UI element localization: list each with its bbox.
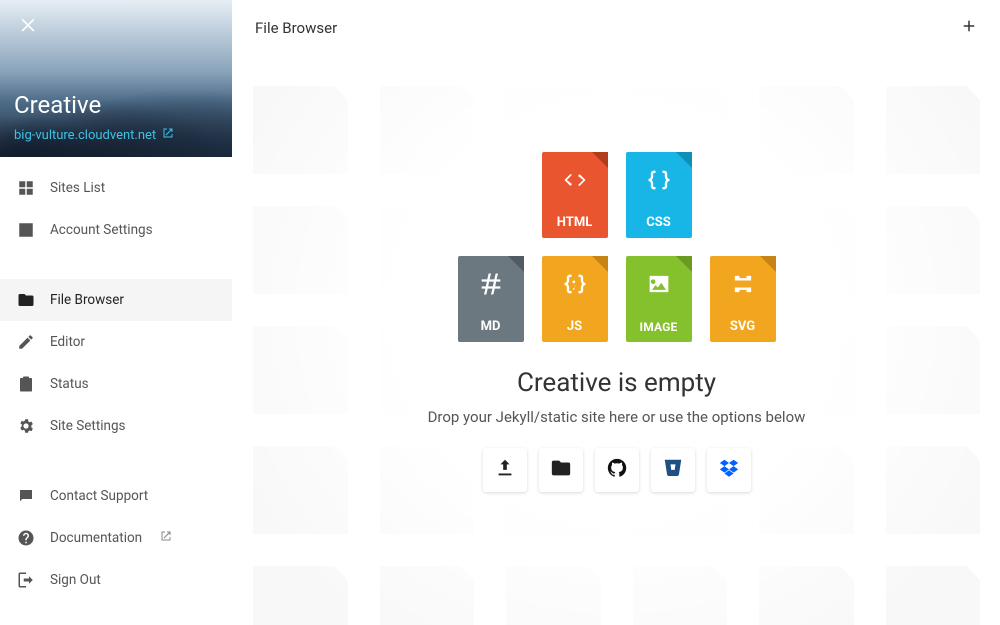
dropbox-icon <box>718 457 740 483</box>
tile-label: JS <box>567 319 582 334</box>
sidebar-item-status[interactable]: Status <box>0 363 232 405</box>
tile-label: CSS <box>646 215 671 230</box>
sidebar-item-contact-support[interactable]: Contact Support <box>0 475 232 517</box>
vector-icon <box>710 270 776 298</box>
nav-group-account: Sites List Account Settings <box>0 167 232 251</box>
gear-icon <box>16 416 36 436</box>
bitbucket-icon <box>662 457 684 483</box>
tile-label: SVG <box>730 319 755 334</box>
sidebar-hero: Creative big-vulture.cloudvent.net <box>0 0 232 157</box>
chat-icon <box>16 486 36 506</box>
sidebar-item-documentation[interactable]: Documentation <box>0 517 232 559</box>
dropzone[interactable]: HTML CSS MD <box>233 56 1000 625</box>
external-link-icon <box>162 127 174 143</box>
upload-icon <box>494 457 516 483</box>
file-tile-html: HTML <box>542 152 608 238</box>
sidebar-item-sites-list[interactable]: Sites List <box>0 167 232 209</box>
folder-button[interactable] <box>539 448 583 492</box>
tile-label: IMAGE <box>639 320 677 334</box>
sidebar-item-account-settings[interactable]: Account Settings <box>0 209 232 251</box>
empty-title: Creative is empty <box>517 368 716 398</box>
sidebar-item-label: Contact Support <box>50 488 148 504</box>
add-button[interactable] <box>960 16 978 40</box>
folder-icon <box>550 457 572 483</box>
github-button[interactable] <box>595 448 639 492</box>
dropbox-button[interactable] <box>707 448 751 492</box>
help-icon <box>16 528 36 548</box>
tile-label: HTML <box>557 215 592 230</box>
sidebar-item-label: Documentation <box>50 530 142 546</box>
file-tile-md: MD <box>458 256 524 342</box>
pencil-icon <box>16 332 36 352</box>
github-icon <box>606 457 628 483</box>
main: File Browser HTML <box>233 0 1000 625</box>
topbar: File Browser <box>233 0 1000 56</box>
sidebar-item-sign-out[interactable]: Sign Out <box>0 559 232 601</box>
file-tile-css: CSS <box>626 152 692 238</box>
sidebar-item-label: File Browser <box>50 292 124 308</box>
sidebar-item-label: Site Settings <box>50 418 126 434</box>
empty-state: HTML CSS MD <box>233 56 1000 625</box>
close-icon[interactable] <box>18 14 38 39</box>
file-tile-image: IMAGE <box>626 256 692 342</box>
sidebar-item-editor[interactable]: Editor <box>0 321 232 363</box>
file-tile-svg: SVG <box>710 256 776 342</box>
user-badge-icon <box>16 220 36 240</box>
file-tile-js: JS <box>542 256 608 342</box>
empty-subtitle: Drop your Jekyll/static site here or use… <box>428 408 806 426</box>
sidebar-item-site-settings[interactable]: Site Settings <box>0 405 232 447</box>
sidebar-item-label: Sign Out <box>50 572 101 588</box>
sidebar-item-label: Sites List <box>50 180 105 196</box>
clipboard-icon <box>16 374 36 394</box>
nav-group-site: File Browser Editor Status Site Settings <box>0 279 232 447</box>
filetype-tiles: HTML CSS MD <box>458 152 776 342</box>
sidebar-item-label: Account Settings <box>50 222 153 238</box>
hash-icon <box>458 270 524 298</box>
folder-icon <box>16 290 36 310</box>
import-actions <box>483 448 751 492</box>
tile-label: MD <box>481 319 501 334</box>
site-url-link[interactable]: big-vulture.cloudvent.net <box>14 127 174 143</box>
image-icon <box>626 270 692 298</box>
code-icon <box>542 166 608 194</box>
sidebar-item-file-browser[interactable]: File Browser <box>0 279 232 321</box>
external-link-icon <box>156 530 172 546</box>
sign-out-icon <box>16 570 36 590</box>
sidebar-item-label: Status <box>50 376 89 392</box>
nav-group-meta: Contact Support Documentation Sign Out <box>0 475 232 601</box>
upload-button[interactable] <box>483 448 527 492</box>
sidebar-item-label: Editor <box>50 334 85 350</box>
grid-icon <box>16 178 36 198</box>
braces-semicolon-icon <box>542 270 608 298</box>
site-name: Creative <box>14 91 101 119</box>
braces-icon <box>626 166 692 194</box>
page-title: File Browser <box>255 19 337 37</box>
site-url-text: big-vulture.cloudvent.net <box>14 128 156 143</box>
sidebar: Creative big-vulture.cloudvent.net Sites… <box>0 0 233 625</box>
sidebar-nav: Sites List Account Settings File Browser… <box>0 157 232 601</box>
bitbucket-button[interactable] <box>651 448 695 492</box>
